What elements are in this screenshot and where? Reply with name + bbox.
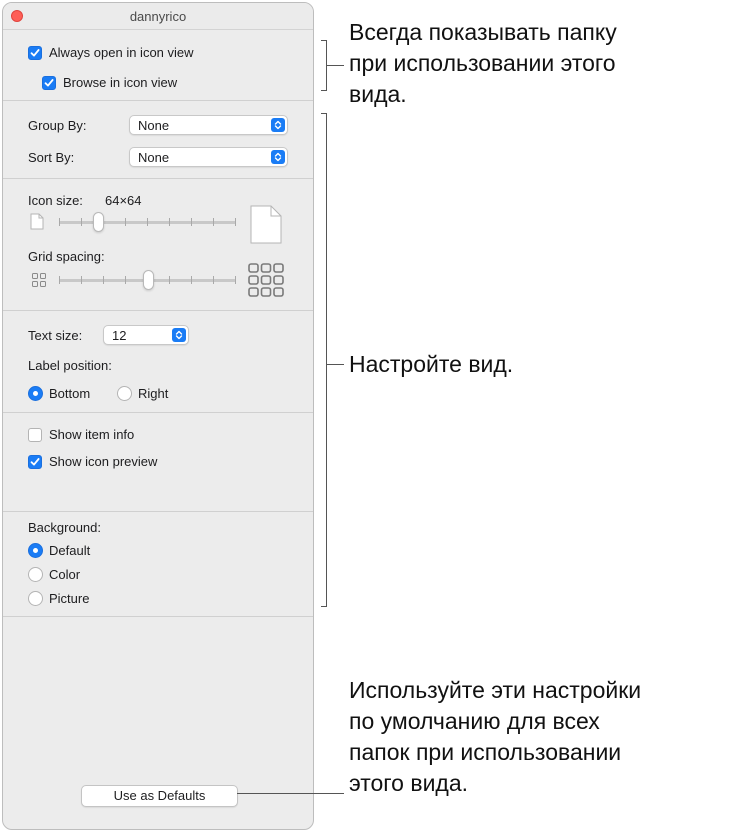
chevron-updown-icon (271, 150, 285, 164)
bottom-callout-pointer (237, 793, 344, 794)
checkmark-icon (30, 458, 40, 466)
text-size-label: Text size: (28, 328, 83, 343)
show-item-info-checkbox[interactable] (28, 428, 42, 442)
background-color-radio[interactable] (28, 567, 43, 582)
grid-spacing-label: Grid spacing: (28, 249, 105, 264)
small-document-icon (30, 213, 44, 230)
browse-in-icon-view-label: Browse in icon view (63, 75, 178, 90)
middle-bracket-vertical (326, 113, 327, 607)
label-position-bottom-radio[interactable] (28, 386, 43, 401)
icon-size-label: Icon size: (28, 193, 83, 208)
large-grid-icon (248, 263, 284, 297)
callout-top: Всегда показывать папку при использовани… (349, 17, 617, 110)
background-section: Background: Default Color Picture (3, 512, 313, 617)
callout-middle-line: Настройте вид. (349, 351, 514, 377)
group-by-popup[interactable]: None (129, 115, 288, 135)
use-as-defaults-button[interactable]: Use as Defaults (81, 785, 238, 807)
show-icon-preview-checkbox[interactable] (28, 455, 42, 469)
icon-size-slider-knob[interactable] (93, 212, 104, 232)
checkmark-icon (30, 49, 40, 57)
background-picture-radio[interactable] (28, 591, 43, 606)
large-document-icon (250, 205, 282, 244)
always-open-label: Always open in icon view (49, 45, 194, 60)
group-by-value: None (138, 118, 170, 133)
background-color-label: Color (49, 567, 81, 582)
background-default-label: Default (49, 543, 91, 558)
sort-by-popup[interactable]: None (129, 147, 288, 167)
text-size-popup[interactable]: 12 (103, 325, 189, 345)
label-position-label: Label position: (28, 358, 112, 373)
sort-by-value: None (138, 150, 170, 165)
callout-bottom-line: этого вида. (349, 770, 469, 796)
callout-top-line: вида. (349, 81, 407, 107)
view-mode-section: Always open in icon view Browse in icon … (3, 30, 313, 101)
icon-size-slider[interactable] (59, 211, 236, 233)
item-info-section: Show item info Show icon preview (3, 413, 313, 512)
small-grid-icon (32, 273, 46, 287)
callout-top-line: Всегда показывать папку (349, 19, 617, 45)
callout-bottom-line: Используйте эти настройки (349, 677, 642, 703)
browse-in-icon-view-checkbox[interactable] (42, 76, 56, 90)
group-by-label: Group By: (28, 118, 87, 133)
grid-spacing-slider[interactable] (59, 269, 236, 291)
icon-size-value: 64×64 (105, 193, 142, 208)
checkmark-icon (44, 79, 54, 87)
callout-bottom-line: папок при использовании (349, 739, 622, 765)
view-options-window: dannyrico Always open in icon view Brows… (2, 2, 314, 830)
show-icon-preview-label: Show icon preview (49, 454, 158, 469)
background-default-radio[interactable] (28, 543, 43, 558)
text-size-value: 12 (112, 328, 127, 343)
background-label: Background: (28, 520, 101, 535)
callout-bottom: Используйте эти настройки по умолчанию д… (349, 675, 641, 799)
window-title: dannyrico (129, 9, 187, 24)
show-item-info-label: Show item info (49, 427, 135, 442)
chevron-updown-icon (172, 328, 186, 342)
grid-spacing-slider-knob[interactable] (143, 270, 154, 290)
icon-layout-section: Icon size: 64×64 Grid spacing: (3, 179, 313, 311)
text-section: Text size: 12 Label position: Bottom Rig… (3, 311, 313, 413)
chevron-updown-icon (271, 118, 285, 132)
label-position-bottom-label: Bottom (49, 386, 91, 401)
callout-middle: Настройте вид. (349, 349, 513, 380)
callout-bottom-line: по умолчанию для всех (349, 708, 600, 734)
top-bracket-pointer (326, 65, 344, 66)
arrange-section: Group By: None Sort By: None (3, 101, 313, 179)
background-picture-label: Picture (49, 591, 90, 606)
callout-top-line: при использовании этого (349, 50, 616, 76)
always-open-checkbox[interactable] (28, 46, 42, 60)
label-position-right-radio[interactable] (117, 386, 132, 401)
title-bar: dannyrico (3, 3, 313, 30)
sort-by-label: Sort By: (28, 150, 75, 165)
middle-bracket-pointer (326, 364, 344, 365)
top-bracket-bottom (321, 90, 327, 91)
middle-bracket-bottom (321, 606, 327, 607)
label-position-right-label: Right (138, 386, 169, 401)
